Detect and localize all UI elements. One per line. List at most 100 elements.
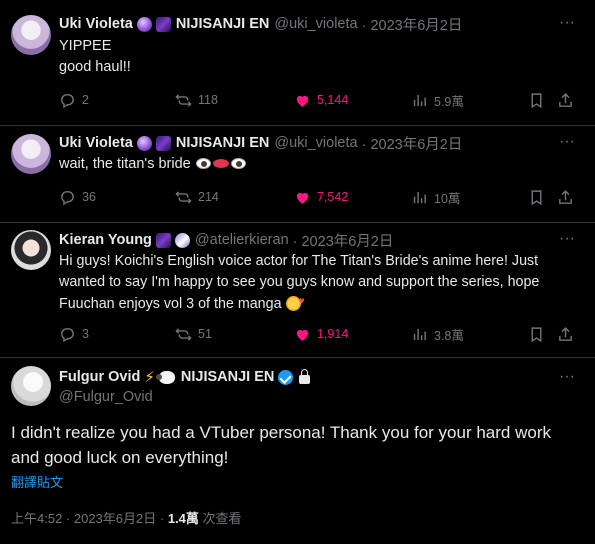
repost-button[interactable]: 118: [175, 90, 218, 110]
tweet-header: Kieran Young @atelierkieran · 2023年6月2日: [59, 230, 393, 250]
tweet-text: Hi guys! Koichi's English voice actor fo…: [59, 251, 579, 315]
affiliation: NIJISANJI EN: [175, 16, 270, 32]
share-icon: [559, 189, 572, 204]
eye-emoji-icon: [230, 158, 246, 169]
view-count: 3.8萬: [434, 328, 464, 343]
like-button[interactable]: 5,144: [294, 90, 348, 110]
views-button[interactable]: 10萬: [411, 187, 460, 207]
timestamp[interactable]: · 2023年6月2日: [362, 133, 463, 154]
tweet-text-line: Fuuchan enjoys vol 3 of the manga: [59, 291, 579, 315]
reply-icon: [61, 93, 74, 108]
like-count: 7,542: [317, 190, 349, 204]
author-handle[interactable]: @uki_violeta: [274, 16, 357, 32]
lock-icon: [299, 368, 311, 384]
post-time[interactable]: 上午4:52 · 2023年6月2日 ·: [11, 511, 164, 526]
repost-icon: [175, 93, 192, 107]
bookmark-icon: [531, 326, 542, 342]
verified-badge-icon[interactable]: [278, 369, 294, 385]
repost-button[interactable]: 214: [175, 187, 219, 207]
tweet-text-content: wait, the titan's bride: [59, 156, 191, 172]
tweet-text-line: I didn't realize you had a VTuber person…: [11, 423, 551, 442]
more-options-icon[interactable]: ···: [558, 134, 576, 155]
affiliation: NIJISANJI EN: [175, 135, 270, 151]
more-options-icon[interactable]: ···: [558, 231, 576, 252]
avatar[interactable]: [11, 15, 51, 55]
purple-orb-emoji-icon: [136, 135, 152, 151]
author-handle[interactable]: @Fulgur_Ovid: [59, 389, 153, 405]
tweet[interactable]: Uki Violeta NIJISANJI EN @uki_violeta · …: [0, 0, 595, 125]
reply-button[interactable]: 36: [59, 187, 96, 207]
view-count: 1.4萬: [167, 511, 199, 526]
tweet[interactable]: Uki Violeta NIJISANJI EN @uki_violeta · …: [0, 126, 595, 222]
handle-row: @Fulgur_Ovid: [59, 387, 153, 407]
repost-icon: [175, 190, 192, 204]
avatar[interactable]: [11, 366, 51, 406]
share-button[interactable]: [557, 90, 574, 110]
tweet-text: wait, the titan's bride: [59, 154, 579, 175]
more-options-icon[interactable]: ···: [558, 369, 576, 390]
action-bar: 2 118 5,144 5.9萬: [59, 90, 579, 110]
bookmark-button[interactable]: [528, 324, 545, 344]
tweet-text-line: wait, the titan's bride: [59, 154, 579, 175]
tweet-text: I didn't realize you had a VTuber person…: [11, 420, 586, 470]
translate-post-link[interactable]: 翻譯貼文: [11, 472, 63, 491]
action-bar: 36 214 7,542 10萬: [59, 187, 579, 207]
like-count: 1,914: [317, 327, 349, 341]
repost-count: 51: [198, 327, 212, 341]
bookmark-button[interactable]: [528, 187, 545, 207]
author-name[interactable]: Uki Violeta: [59, 135, 133, 151]
share-button[interactable]: [557, 324, 574, 344]
tweet-header: Fulgur Ovid ⚡ NIJISANJI EN: [59, 367, 311, 387]
like-button[interactable]: 7,542: [294, 187, 348, 207]
sheep-emoji-icon: [155, 370, 175, 384]
reply-icon: [61, 190, 74, 205]
smiling-hearts-emoji-icon: [285, 291, 305, 312]
views-button[interactable]: 3.8萬: [411, 324, 464, 344]
tweet-header: Uki Violeta NIJISANJI EN @uki_violeta · …: [59, 133, 462, 153]
author-handle[interactable]: @uki_violeta: [274, 135, 357, 151]
heart-icon: [296, 192, 309, 204]
repost-button[interactable]: 51: [175, 324, 212, 344]
tweet[interactable]: Kieran Young @atelierkieran · 2023年6月2日 …: [0, 223, 595, 357]
tweet-header: Uki Violeta NIJISANJI EN @uki_violeta · …: [59, 14, 462, 34]
reply-icon: [61, 327, 74, 342]
post-metadata: 上午4:52 · 2023年6月2日 · 1.4萬 次查看: [11, 508, 242, 527]
views-chart-icon: [413, 94, 426, 106]
reply-count: 3: [82, 327, 89, 341]
reply-button[interactable]: 2: [59, 90, 89, 110]
author-name[interactable]: Kieran Young: [59, 232, 152, 248]
heart-icon: [296, 95, 309, 107]
share-icon: [559, 92, 572, 107]
views-chart-icon: [413, 191, 426, 203]
reply-button[interactable]: 3: [59, 324, 89, 344]
author-name[interactable]: Fulgur Ovid: [59, 369, 140, 385]
reply-count: 36: [82, 190, 96, 204]
galaxy-emoji-icon: [155, 16, 171, 32]
views-button[interactable]: 5.9萬: [411, 90, 464, 110]
more-options-icon[interactable]: ···: [558, 15, 576, 36]
affiliation: NIJISANJI EN: [180, 369, 275, 385]
lightning-emoji-icon: ⚡: [144, 369, 155, 386]
microphone-emoji-icon: [174, 232, 190, 248]
share-icon: [559, 326, 572, 341]
bookmark-icon: [531, 92, 542, 108]
bookmark-button[interactable]: [528, 90, 545, 110]
avatar[interactable]: [11, 230, 51, 270]
repost-count: 118: [198, 93, 218, 107]
repost-icon: [175, 327, 192, 341]
view-count: 5.9萬: [434, 94, 464, 109]
tweet-text-line: YIPPEE: [59, 38, 112, 54]
share-button[interactable]: [557, 187, 574, 207]
tweet-text: YIPPEE good haul!!: [59, 36, 579, 78]
author-name[interactable]: Uki Violeta: [59, 16, 133, 32]
lips-emoji-icon: [212, 159, 229, 168]
like-button[interactable]: 1,914: [294, 324, 348, 344]
bookmark-icon: [531, 189, 542, 205]
timestamp[interactable]: · 2023年6月2日: [362, 14, 463, 35]
galaxy-emoji-icon: [155, 135, 171, 151]
author-handle[interactable]: @atelierkieran: [195, 232, 289, 248]
tweet-text-line: Hi guys! Koichi's English voice actor fo…: [59, 253, 539, 269]
timestamp[interactable]: · 2023年6月2日: [293, 230, 394, 251]
avatar[interactable]: [11, 134, 51, 174]
purple-orb-emoji-icon: [136, 16, 152, 32]
